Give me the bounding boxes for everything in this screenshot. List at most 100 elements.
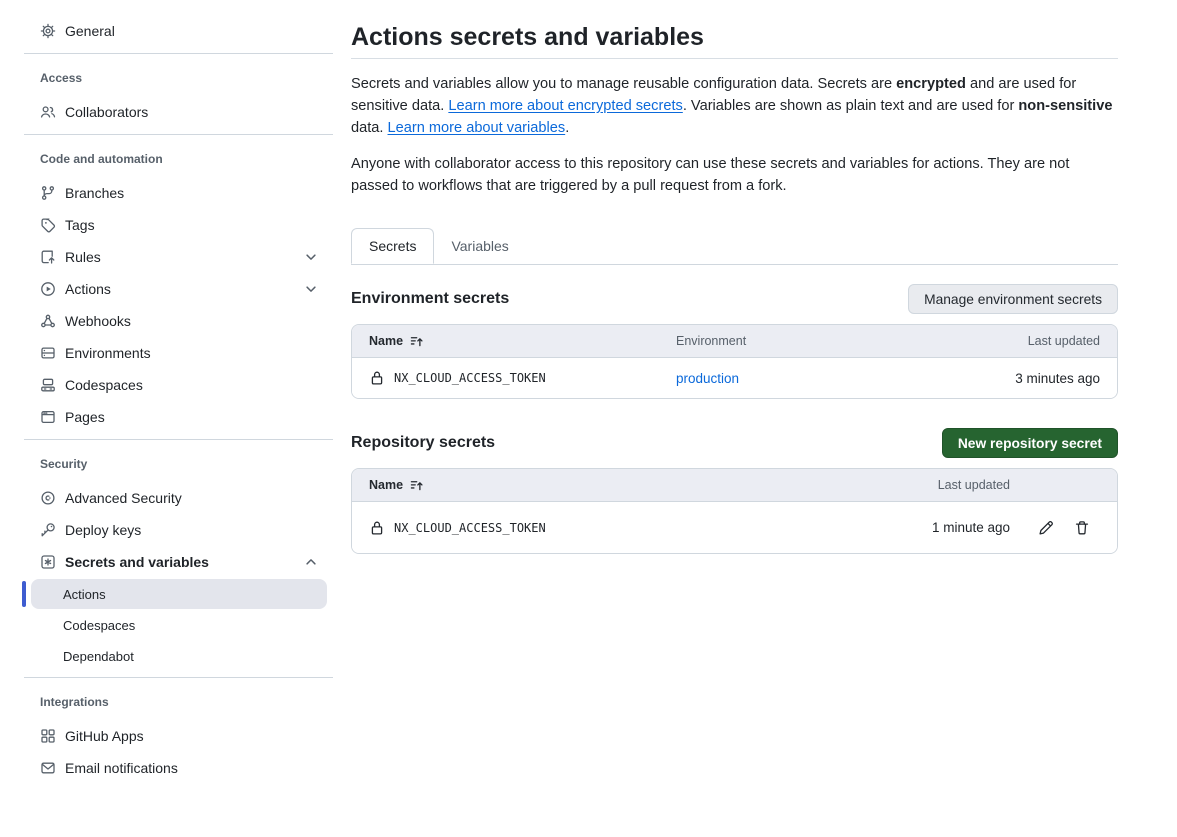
chevron-down-icon xyxy=(303,281,319,297)
repository-secrets-heading: Repository secrets xyxy=(351,434,495,452)
sidebar-item-pages[interactable]: Pages xyxy=(0,401,335,433)
sidebar-item-label: Tags xyxy=(65,217,95,233)
delete-secret-button[interactable] xyxy=(1074,520,1090,536)
codespaces-icon xyxy=(40,377,56,393)
tag-icon xyxy=(40,217,56,233)
sidebar-item-label: Dependabot xyxy=(63,649,134,664)
sidebar-section-integrations: Integrations xyxy=(0,684,335,720)
sidebar-item-rules[interactable]: Rules xyxy=(0,241,335,273)
sidebar-item-advanced-security[interactable]: Advanced Security xyxy=(0,482,335,514)
intro-bold-encrypted: encrypted xyxy=(896,76,966,92)
environment-secrets-table: Name Environment Last updated NX_CLOUD_A… xyxy=(351,324,1118,399)
sidebar-item-label: General xyxy=(65,23,115,39)
rules-icon xyxy=(40,249,56,265)
sidebar-item-secrets-and-variables[interactable]: Secrets and variables xyxy=(0,546,335,578)
sidebar-subitem-dependabot[interactable]: Dependabot xyxy=(31,641,327,671)
new-repository-secret-button[interactable]: New repository secret xyxy=(942,428,1118,458)
sidebar-item-tags[interactable]: Tags xyxy=(0,209,335,241)
sidebar-item-webhooks[interactable]: Webhooks xyxy=(0,305,335,337)
sidebar-divider xyxy=(24,53,333,54)
sidebar-item-label: Email notifications xyxy=(65,760,178,776)
table-row: NX_CLOUD_ACCESS_TOKEN production 3 minut… xyxy=(352,358,1117,398)
sidebar-item-label: Pages xyxy=(65,409,105,425)
main-content: Actions secrets and variables Secrets an… xyxy=(335,0,1177,837)
sidebar-item-label: Collaborators xyxy=(65,104,148,120)
link-variables[interactable]: Learn more about variables xyxy=(388,120,566,136)
intro-text: data. xyxy=(351,120,388,136)
environment-cell: production xyxy=(676,371,1015,386)
sidebar-divider xyxy=(24,439,333,440)
settings-sidebar: General Access Collaborators Code and au… xyxy=(0,0,335,837)
last-updated-cell: 3 minutes ago xyxy=(1015,371,1117,386)
intro-paragraph: Secrets and variables allow you to manag… xyxy=(351,73,1118,139)
intro-text: . Variables are shown as plain text and … xyxy=(683,98,1019,114)
sort-ascending-icon xyxy=(409,478,424,493)
collaborator-paragraph: Anyone with collaborator access to this … xyxy=(351,153,1118,197)
sidebar-item-email-notifications[interactable]: Email notifications xyxy=(0,752,335,784)
secrets-variables-tabs: Secrets Variables xyxy=(351,228,1118,265)
key-icon xyxy=(40,522,56,538)
sidebar-item-codespaces[interactable]: Codespaces xyxy=(0,369,335,401)
last-updated-cell: 1 minute ago xyxy=(920,520,1010,535)
sidebar-item-general[interactable]: General xyxy=(0,15,335,47)
tab-variables[interactable]: Variables xyxy=(434,228,525,264)
sidebar-item-label: Codespaces xyxy=(65,377,143,393)
sidebar-subitem-actions[interactable]: Actions xyxy=(31,579,327,609)
column-header-name[interactable]: Name xyxy=(352,478,920,493)
column-header-name[interactable]: Name xyxy=(352,334,676,349)
row-actions xyxy=(1010,520,1117,536)
intro-text: Secrets and variables allow you to manag… xyxy=(351,76,896,92)
secret-name-cell: NX_CLOUD_ACCESS_TOKEN xyxy=(352,520,920,536)
column-header-last-updated: Last updated xyxy=(1028,334,1117,348)
edit-secret-button[interactable] xyxy=(1038,520,1054,536)
sidebar-item-github-apps[interactable]: GitHub Apps xyxy=(0,720,335,752)
sidebar-divider xyxy=(24,677,333,678)
environment-secrets-header: Environment secrets Manage environment s… xyxy=(351,284,1118,314)
secret-name: NX_CLOUD_ACCESS_TOKEN xyxy=(394,371,546,385)
gear-icon xyxy=(40,23,56,39)
column-header-label: Name xyxy=(369,478,403,492)
sidebar-item-label: Webhooks xyxy=(65,313,131,329)
pencil-icon xyxy=(1038,520,1054,536)
server-icon xyxy=(40,345,56,361)
repository-secrets-table-header: Name Last updated xyxy=(352,469,1117,502)
sidebar-divider xyxy=(24,134,333,135)
mail-icon xyxy=(40,760,56,776)
sidebar-section-access: Access xyxy=(0,60,335,96)
lock-icon xyxy=(369,370,385,386)
column-header-environment: Environment xyxy=(676,334,1028,348)
chevron-up-icon xyxy=(303,554,319,570)
column-header-last-updated: Last updated xyxy=(920,478,1010,492)
sidebar-item-label: Environments xyxy=(65,345,151,361)
tab-secrets[interactable]: Secrets xyxy=(351,228,434,264)
environment-secrets-heading: Environment secrets xyxy=(351,290,509,308)
sidebar-item-environments[interactable]: Environments xyxy=(0,337,335,369)
environment-secrets-table-header: Name Environment Last updated xyxy=(352,325,1117,358)
people-icon xyxy=(40,104,56,120)
apps-icon xyxy=(40,728,56,744)
manage-environment-secrets-button[interactable]: Manage environment secrets xyxy=(908,284,1118,314)
environment-link[interactable]: production xyxy=(676,371,739,386)
repository-secrets-table: Name Last updated NX_CLOUD_ACCESS_TOKEN … xyxy=(351,468,1118,554)
sidebar-section-code-automation: Code and automation xyxy=(0,141,335,177)
sidebar-item-label: Actions xyxy=(65,281,111,297)
table-row: NX_CLOUD_ACCESS_TOKEN 1 minute ago xyxy=(352,502,1117,553)
sidebar-item-label: Rules xyxy=(65,249,101,265)
sidebar-section-security: Security xyxy=(0,446,335,482)
sidebar-item-actions[interactable]: Actions xyxy=(0,273,335,305)
git-branch-icon xyxy=(40,185,56,201)
repository-secrets-header: Repository secrets New repository secret xyxy=(351,428,1118,458)
trash-icon xyxy=(1074,520,1090,536)
sidebar-item-label: Deploy keys xyxy=(65,522,141,538)
sidebar-item-label: Codespaces xyxy=(63,618,135,633)
sidebar-subitem-codespaces[interactable]: Codespaces xyxy=(31,610,327,640)
codescan-icon xyxy=(40,490,56,506)
sidebar-item-branches[interactable]: Branches xyxy=(0,177,335,209)
sidebar-item-deploy-keys[interactable]: Deploy keys xyxy=(0,514,335,546)
settings-page: General Access Collaborators Code and au… xyxy=(0,0,1177,837)
sidebar-item-collaborators[interactable]: Collaborators xyxy=(0,96,335,128)
link-encrypted-secrets[interactable]: Learn more about encrypted secrets xyxy=(448,98,682,114)
secret-name-cell: NX_CLOUD_ACCESS_TOKEN xyxy=(352,370,676,386)
intro-bold-non-sensitive: non-sensitive xyxy=(1018,98,1112,114)
chevron-down-icon xyxy=(303,249,319,265)
